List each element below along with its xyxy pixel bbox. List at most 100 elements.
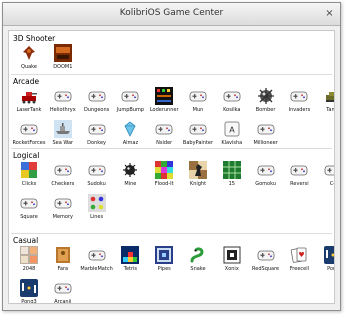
gamepad-icon <box>290 165 308 176</box>
loderunner-icon <box>155 87 174 105</box>
game-launcher[interactable]: Pong <box>316 246 334 277</box>
seawar-icon <box>53 120 72 138</box>
mine-icon <box>123 163 138 177</box>
game-label: Klavisha <box>221 140 243 146</box>
game-launcher[interactable]: Quake <box>12 44 46 75</box>
game-launcher[interactable]: Kosilka <box>215 87 249 118</box>
game-label: Freecell <box>289 266 309 272</box>
tiles-2048-icon <box>20 246 38 264</box>
game-launcher[interactable]: Tetris <box>113 246 147 277</box>
game-label: Quake <box>21 64 37 70</box>
game-launcher[interactable]: BabyPainter <box>181 120 215 151</box>
game-launcher[interactable]: RedSquare <box>249 246 283 277</box>
gamepad-icon <box>54 165 72 176</box>
game-launcher[interactable]: C4 <box>316 161 334 192</box>
game-launcher[interactable]: Lines <box>80 194 114 225</box>
section-separator <box>11 233 332 234</box>
cards-icon: ♥ <box>291 247 307 263</box>
game-launcher[interactable]: Knight <box>181 161 215 192</box>
gamepad-icon <box>54 91 72 102</box>
game-launcher[interactable]: LaserTank <box>12 87 46 118</box>
game-label: Gomoku <box>255 181 276 187</box>
gamepad-icon <box>88 250 105 261</box>
game-launcher[interactable]: A Klavisha <box>215 120 249 151</box>
game-label: BabyPainter <box>182 140 214 146</box>
gamepad-icon <box>20 124 38 135</box>
gamepad-icon <box>257 124 274 135</box>
game-label: Clicks <box>21 181 37 187</box>
game-launcher[interactable]: Heliothryx <box>46 87 80 118</box>
game-label: Loderunner <box>149 107 179 113</box>
game-label: Dungeons <box>83 107 110 113</box>
pipes-icon <box>155 246 174 264</box>
game-label: Arcanii <box>54 299 72 304</box>
pong-icon <box>20 279 38 297</box>
game-label: Lines <box>90 214 104 220</box>
game-launcher[interactable]: Reversi <box>282 161 316 192</box>
game-label: Fara <box>57 266 69 272</box>
clicks-icon <box>21 162 37 178</box>
game-launcher[interactable]: ♥ Freecell <box>282 246 316 277</box>
tetris-icon <box>121 246 140 264</box>
game-launcher[interactable]: Snake <box>181 246 215 277</box>
title-bar[interactable]: KolibriOS Game Center × <box>3 3 340 26</box>
gamepad-icon <box>54 198 72 209</box>
game-launcher[interactable]: MarbleMatch <box>80 246 114 277</box>
game-launcher[interactable]: Tanks <box>316 87 334 118</box>
game-launcher[interactable]: Clicks <box>12 161 46 192</box>
game-launcher[interactable]: Donkey <box>80 120 114 151</box>
game-launcher[interactable]: Square <box>12 194 46 225</box>
game-launcher[interactable]: Dungeons <box>80 87 114 118</box>
game-label: Checkers <box>51 181 75 187</box>
gamepad-icon <box>121 91 139 102</box>
game-label: Sudoku <box>87 181 106 187</box>
gamepad-icon <box>189 91 207 102</box>
game-launcher[interactable]: 15 <box>215 161 249 192</box>
game-launcher[interactable]: Mun <box>181 87 215 118</box>
game-launcher[interactable]: Pong3 <box>12 279 46 303</box>
game-launcher[interactable]: Sudoku <box>80 161 114 192</box>
game-launcher[interactable]: 2048 <box>12 246 46 277</box>
game-label: Memory <box>52 214 73 220</box>
game-launcher[interactable]: Memory <box>46 194 80 225</box>
game-label: Bomber <box>255 107 276 113</box>
key-icon: A <box>224 121 240 137</box>
close-button[interactable]: × <box>324 8 335 19</box>
bomber-icon <box>257 88 274 104</box>
gamepad-icon <box>223 91 241 102</box>
game-launcher[interactable]: Arcanii <box>46 279 80 304</box>
game-launcher[interactable]: Fara <box>46 246 80 277</box>
game-launcher[interactable]: Checkers <box>46 161 80 192</box>
window-title: KolibriOS Game Center <box>119 8 224 18</box>
game-launcher[interactable]: Nsider <box>147 120 181 151</box>
game-launcher[interactable]: Loderunner <box>147 87 181 118</box>
game-launcher[interactable]: DOOM1 <box>46 44 80 75</box>
game-launcher[interactable]: Flood-It <box>147 161 181 192</box>
quake-icon <box>20 44 38 62</box>
gamepad-icon <box>189 124 207 135</box>
game-label: Mine <box>124 181 137 187</box>
game-launcher[interactable]: Bomber <box>249 87 283 118</box>
game-launcher[interactable]: RocketForces <box>12 120 46 151</box>
game-launcher[interactable]: Almaz <box>113 120 147 151</box>
svg-text:A: A <box>229 126 235 135</box>
game-label: Nsider <box>156 140 173 146</box>
game-launcher[interactable]: Gomoku <box>249 161 283 192</box>
game-label: Knight <box>189 181 207 187</box>
game-launcher[interactable]: Sea War <box>46 120 80 151</box>
game-launcher[interactable]: Pipes <box>147 246 181 277</box>
game-launcher[interactable]: Xonix <box>215 246 249 277</box>
game-launcher[interactable]: Invaders <box>282 87 316 118</box>
gamepad-icon <box>324 165 334 176</box>
section-title: Arcade <box>13 77 40 86</box>
lasertank-icon <box>22 92 37 104</box>
game-launcher[interactable]: Millioneer <box>249 120 283 151</box>
game-label: Kosilka <box>223 107 241 113</box>
gamepad-icon <box>155 124 173 135</box>
section-separator <box>11 74 332 75</box>
game-launcher[interactable]: Mine <box>113 161 147 192</box>
gamepad-icon <box>88 165 105 176</box>
game-label: C4 <box>329 181 334 187</box>
doom-icon <box>53 44 72 62</box>
game-launcher[interactable]: JumpBump <box>113 87 147 118</box>
